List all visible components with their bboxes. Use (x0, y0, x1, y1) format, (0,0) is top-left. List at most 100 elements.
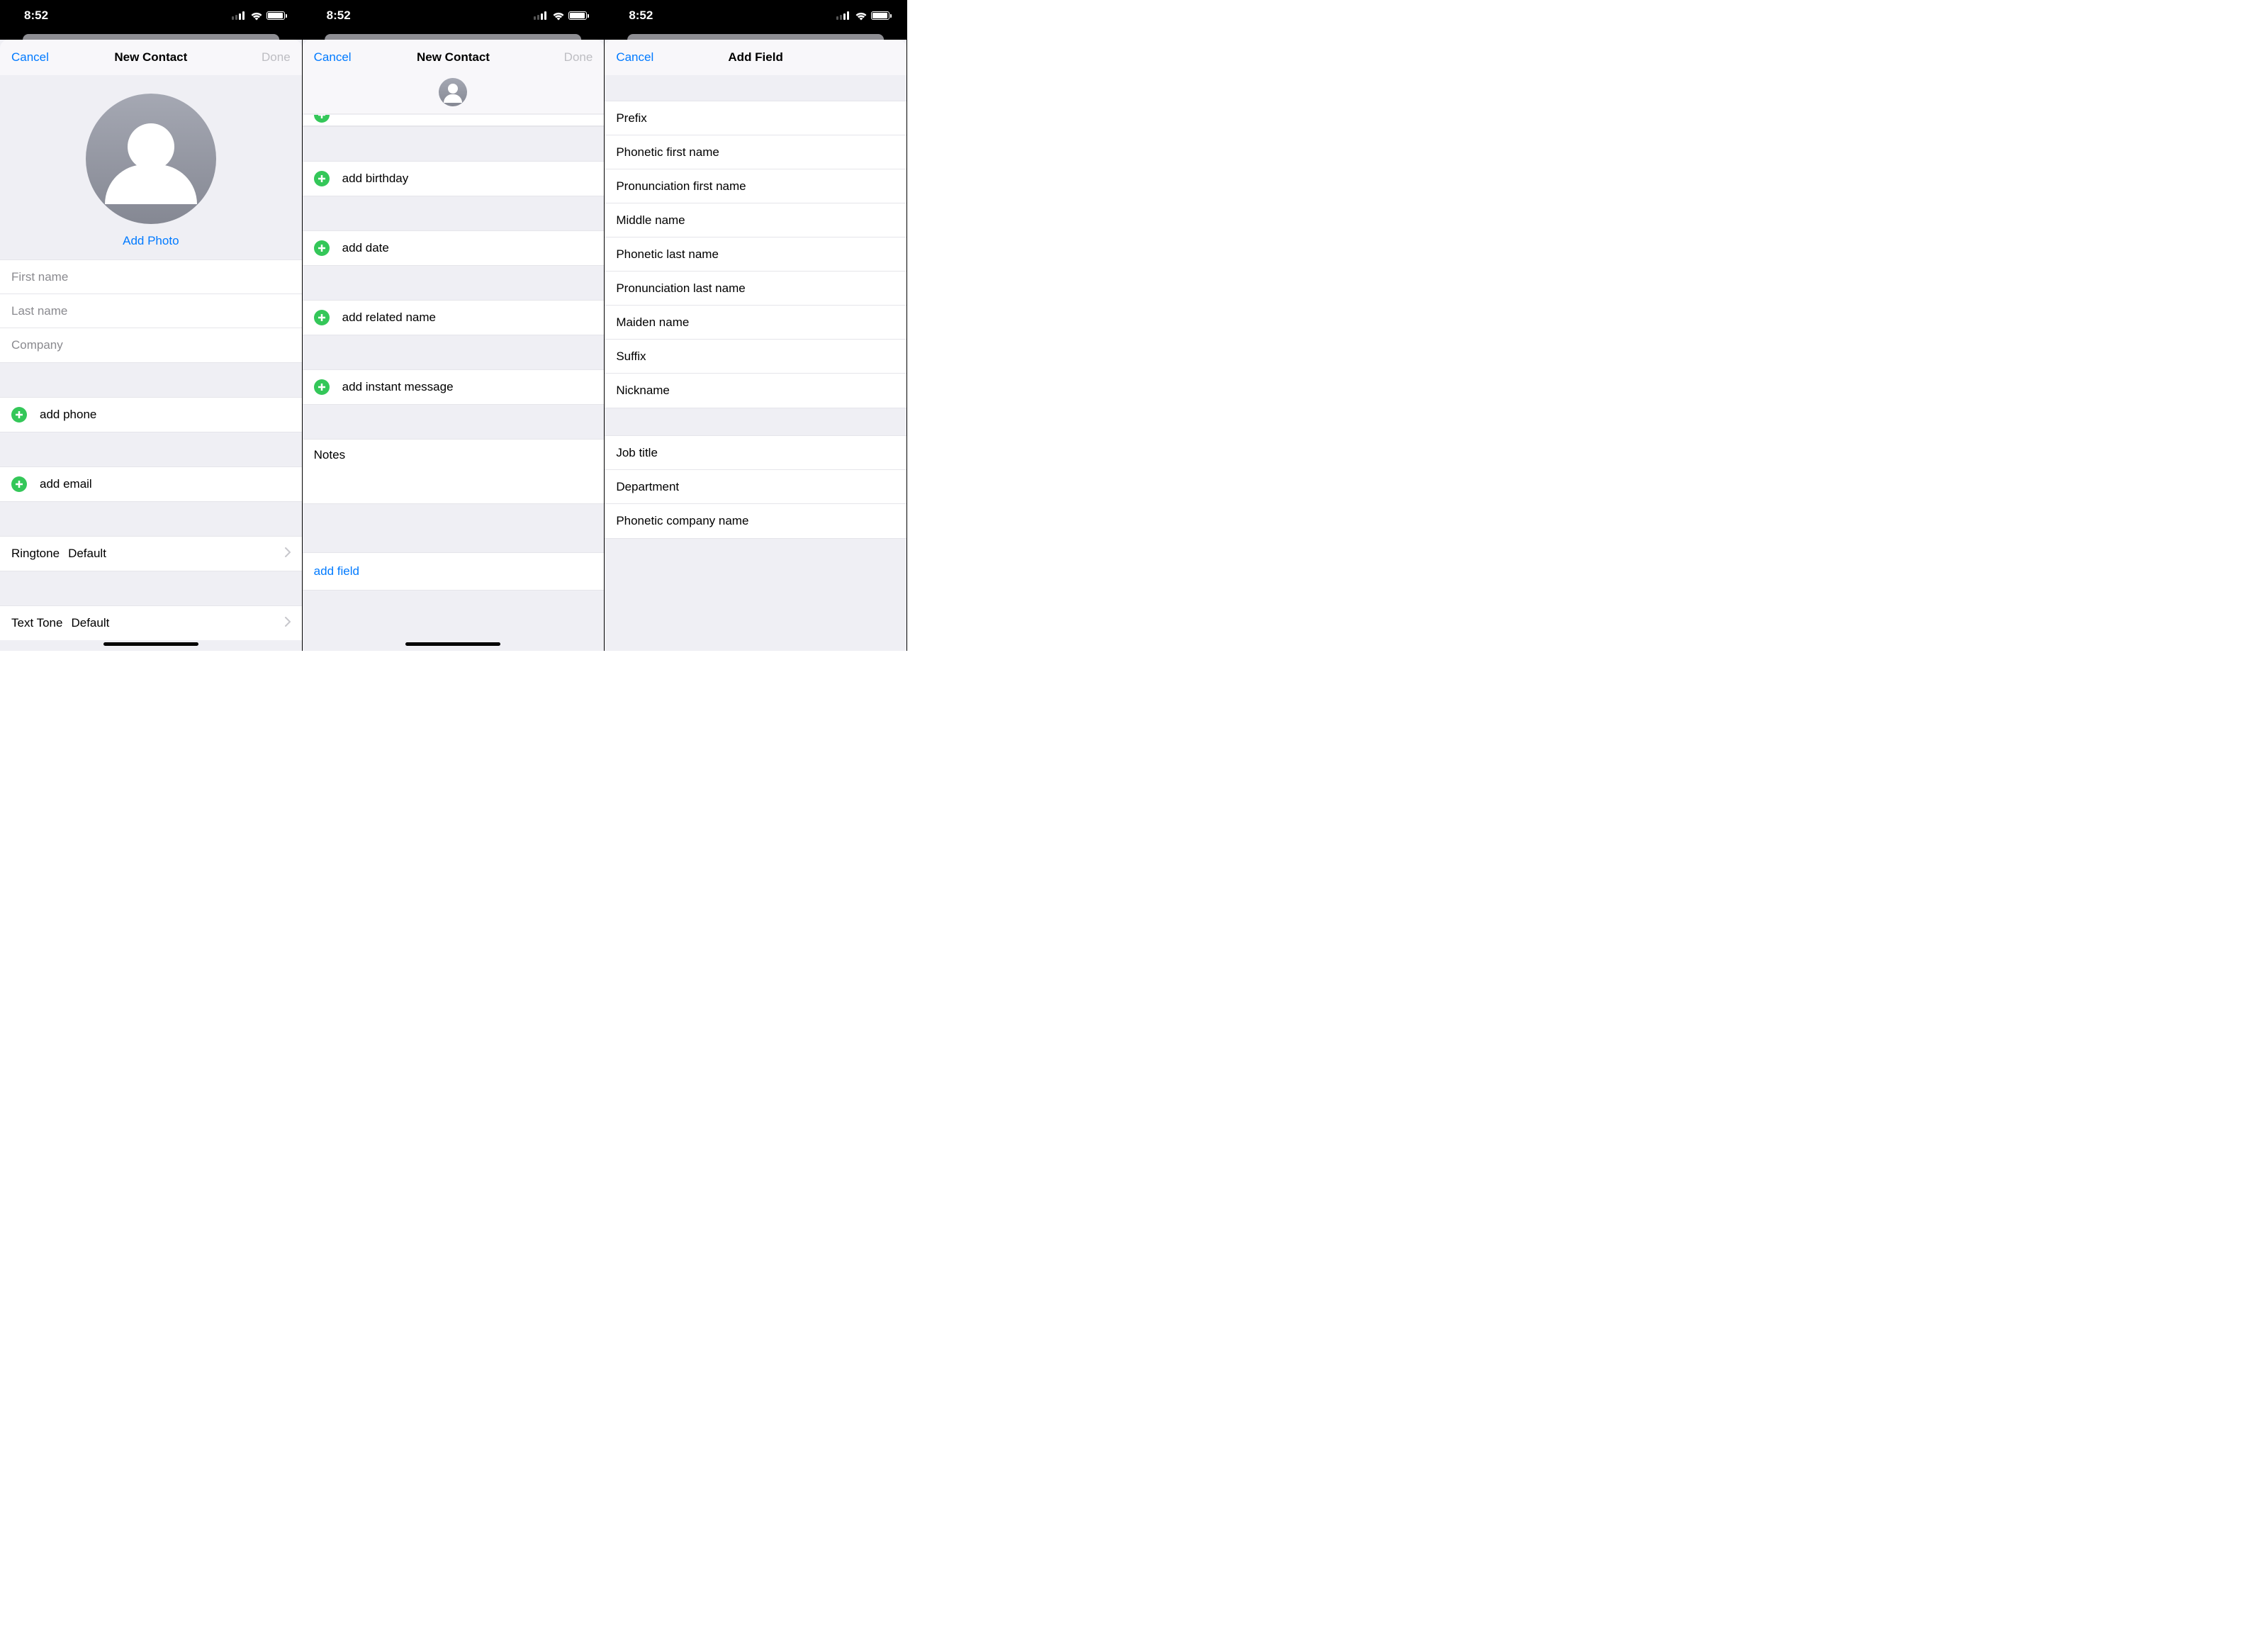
section-gap (303, 503, 605, 553)
section-gap (0, 362, 302, 398)
avatar-placeholder-icon[interactable] (86, 94, 216, 224)
home-indicator[interactable] (405, 642, 500, 646)
cancel-button[interactable]: Cancel (616, 50, 709, 65)
company-field[interactable]: Company (0, 328, 302, 362)
modal-background-peek (605, 31, 906, 40)
add-instant-message-button[interactable]: add instant message (303, 370, 605, 404)
content-scroll[interactable]: add birthday add date add related name (303, 115, 605, 651)
add-phone-button[interactable]: add phone (0, 398, 302, 432)
section-gap (303, 126, 605, 162)
screen: Cancel New Contact Done add birthday (303, 31, 605, 651)
field-option-maiden-name[interactable]: Maiden name (605, 306, 906, 340)
battery-icon (568, 11, 587, 20)
section-gap (303, 404, 605, 440)
field-option-job-title[interactable]: Job title (605, 436, 906, 470)
status-time: 8:52 (622, 9, 653, 23)
texttone-value: Default (71, 616, 109, 630)
add-email-button[interactable]: add email (0, 467, 302, 501)
plus-icon (314, 310, 330, 325)
section-gap (605, 75, 906, 101)
plus-icon (314, 240, 330, 256)
section-gap (0, 571, 302, 606)
ringtone-row[interactable]: Ringtone Default (0, 537, 302, 571)
field-option-pronunciation-first[interactable]: Pronunciation first name (605, 169, 906, 203)
battery-icon (266, 11, 285, 20)
ringtone-value: Default (68, 547, 106, 561)
field-option-middle-name[interactable]: Middle name (605, 203, 906, 237)
notes-field[interactable]: Notes (303, 440, 605, 503)
phone-1: 8:52 Cancel New Contact Done Add Photo F… (0, 0, 303, 651)
plus-icon (314, 115, 330, 123)
last-name-field[interactable]: Last name (0, 294, 302, 328)
section-gap (605, 408, 906, 436)
section-gap (0, 432, 302, 467)
nav-title: New Contact (104, 50, 197, 65)
status-time: 8:52 (17, 9, 48, 23)
screen: Cancel Add Field Prefix Phonetic first n… (605, 31, 906, 651)
field-option-pronunciation-last[interactable]: Pronunciation last name (605, 272, 906, 306)
status-bar: 8:52 (605, 0, 906, 31)
wifi-icon (855, 11, 868, 21)
status-indicators (534, 11, 587, 21)
texttone-row[interactable]: Text Tone Default (0, 606, 302, 640)
plus-icon (11, 407, 27, 423)
add-photo-button[interactable]: Add Photo (123, 234, 179, 248)
avatar-small-icon[interactable] (439, 78, 467, 106)
add-date-label: add date (342, 241, 389, 255)
section-gap (605, 538, 906, 651)
ringtone-label: Ringtone (11, 547, 60, 561)
status-bar: 8:52 (303, 0, 605, 31)
status-indicators (836, 11, 889, 21)
first-name-field[interactable]: First name (0, 260, 302, 294)
section-gap (303, 265, 605, 301)
field-option-suffix[interactable]: Suffix (605, 340, 906, 374)
field-option-phonetic-first[interactable]: Phonetic first name (605, 135, 906, 169)
modal-background-peek (303, 31, 605, 40)
field-option-department[interactable]: Department (605, 470, 906, 504)
cancel-button[interactable]: Cancel (11, 50, 104, 65)
field-option-phonetic-company[interactable]: Phonetic company name (605, 504, 906, 538)
section-gap (303, 196, 605, 231)
field-option-prefix[interactable]: Prefix (605, 101, 906, 135)
texttone-group: Text Tone Default (0, 606, 302, 640)
add-related-label: add related name (342, 311, 436, 325)
ringtone-group: Ringtone Default (0, 537, 302, 571)
modal-background-peek (0, 31, 302, 40)
field-option-nickname[interactable]: Nickname (605, 374, 906, 408)
content-scroll[interactable]: Prefix Phonetic first name Pronunciation… (605, 75, 906, 651)
done-button: Done (197, 50, 290, 65)
battery-icon (871, 11, 889, 20)
add-im-label: add instant message (342, 380, 454, 394)
nav-bar: Cancel Add Field (605, 40, 906, 75)
home-indicator[interactable] (103, 642, 198, 646)
add-date-button[interactable]: add date (303, 231, 605, 265)
partial-row (303, 115, 605, 126)
nav-bar: Cancel New Contact Done (0, 40, 302, 75)
section-gap (0, 501, 302, 537)
cellular-icon (836, 11, 849, 20)
field-option-phonetic-last[interactable]: Phonetic last name (605, 237, 906, 272)
content-scroll[interactable]: Add Photo First name Last name Company a… (0, 75, 302, 651)
add-email-label: add email (40, 477, 92, 491)
texttone-label: Text Tone (11, 616, 62, 630)
add-field-button[interactable]: add field (303, 553, 605, 590)
add-related-button[interactable]: add related name (303, 301, 605, 335)
job-fields-list: Job title Department Phonetic company na… (605, 436, 906, 538)
add-birthday-button[interactable]: add birthday (303, 162, 605, 196)
cellular-icon (534, 11, 546, 20)
avatar-section: Add Photo (0, 75, 302, 259)
plus-icon (314, 379, 330, 395)
name-fields-group: First name Last name Company (0, 259, 302, 362)
chevron-right-icon (285, 547, 291, 561)
nav-title: Add Field (709, 50, 802, 65)
screen: Cancel New Contact Done Add Photo First … (0, 31, 302, 651)
email-group: add email (0, 467, 302, 501)
cancel-button[interactable]: Cancel (314, 50, 407, 65)
section-gap (303, 590, 605, 647)
phone-2: 8:52 Cancel New Contact Done ad (303, 0, 605, 651)
name-fields-list: Prefix Phonetic first name Pronunciation… (605, 101, 906, 408)
done-button: Done (500, 50, 593, 65)
phone-group: add phone (0, 398, 302, 432)
cellular-icon (232, 11, 245, 20)
add-phone-label: add phone (40, 408, 96, 422)
